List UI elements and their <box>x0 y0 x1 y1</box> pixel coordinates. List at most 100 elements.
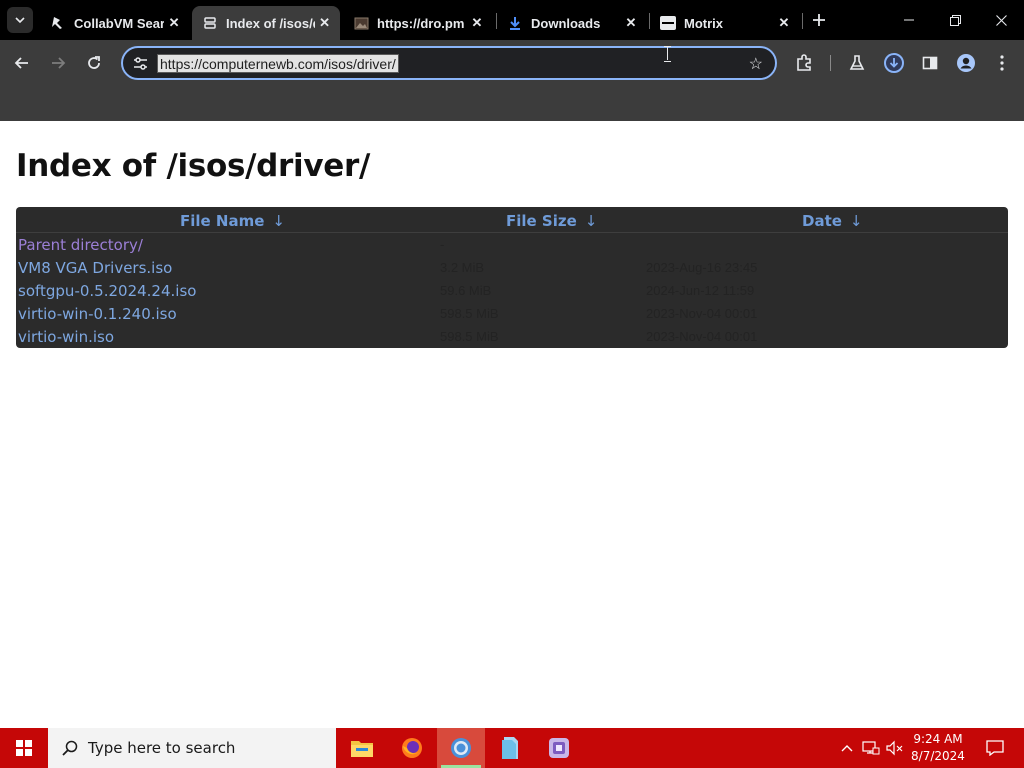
file-date: 2024-Jun-12 11:59 <box>646 283 755 298</box>
close-window-button[interactable] <box>978 0 1024 40</box>
tab-collabvm[interactable]: CollabVM Sear ✕ <box>40 6 190 40</box>
search-icon <box>60 738 80 758</box>
show-hidden-icons-button[interactable] <box>836 728 858 768</box>
taskbar-file-explorer[interactable] <box>338 728 386 768</box>
column-header-date: Date <box>802 212 842 230</box>
taskbar-firefox[interactable] <box>388 728 436 768</box>
collabvm-icon <box>50 15 66 31</box>
kebab-menu-icon <box>1000 55 1004 71</box>
tab-index-of-isos[interactable]: Index of /isos/d ✕ <box>192 6 340 40</box>
close-icon <box>995 14 1007 26</box>
file-link[interactable]: virtio-win-0.1.240.iso <box>18 305 177 323</box>
file-date: 2023-Aug-16 23:45 <box>646 260 758 275</box>
file-link[interactable]: VM8 VGA Drivers.iso <box>18 259 172 277</box>
close-icon[interactable]: ✕ <box>621 13 641 33</box>
file-size: 3.2 MiB <box>440 260 485 275</box>
file-link[interactable]: softgpu-0.5.2024.24.iso <box>18 282 196 300</box>
notification-icon <box>986 740 1004 756</box>
tab-title: Motrix <box>684 15 723 31</box>
sort-by-size-link[interactable]: File Size ↓ <box>506 212 597 230</box>
taskbar-clock[interactable]: 9:24 AM 8/7/2024 <box>906 731 970 765</box>
profile-button[interactable] <box>952 49 980 77</box>
file-listing-table: File Name ↓ File Size ↓ Date ↓ Parent direc… <box>16 207 1008 348</box>
table-row: softgpu-0.5.2024.24.iso 59.6 MiB 2024-Ju… <box>16 280 1008 303</box>
sort-arrow-icon: ↓ <box>584 212 598 230</box>
parent-directory-link[interactable]: Parent directory/ <box>18 236 143 254</box>
address-url-text[interactable]: https://computernewb.com/isos/driver/ <box>157 54 399 73</box>
sort-by-name-link[interactable]: File Name ↓ <box>180 212 285 230</box>
forward-button[interactable] <box>44 49 72 77</box>
tab-dro-pm[interactable]: https://dro.pm ✕ <box>343 6 493 40</box>
bookmark-star-icon[interactable]: ☆ <box>749 54 763 74</box>
puzzle-icon <box>797 54 811 71</box>
file-size: 598.5 MiB <box>440 329 499 344</box>
side-panel-button[interactable] <box>916 49 944 77</box>
arrow-right-icon <box>52 57 66 69</box>
file-size: 598.5 MiB <box>440 306 499 321</box>
volume-muted-icon <box>886 740 903 756</box>
chrome-icon <box>451 738 471 758</box>
restore-button[interactable] <box>932 0 978 40</box>
download-progress-icon <box>884 53 904 73</box>
taskbar-chrome[interactable] <box>437 728 485 768</box>
file-size: - <box>440 237 445 252</box>
download-indicator-button[interactable] <box>880 49 908 77</box>
sort-by-date-link[interactable]: Date ↓ <box>802 212 863 230</box>
file-explorer-icon <box>351 741 373 757</box>
taskbar-search-box[interactable]: Type here to search <box>48 728 336 768</box>
flask-icon <box>849 55 865 70</box>
close-icon[interactable]: ✕ <box>467 13 487 33</box>
close-icon[interactable]: ✕ <box>774 13 794 33</box>
server-icon <box>202 15 218 31</box>
restore-icon <box>949 14 961 26</box>
tab-bar: CollabVM Sear ✕ Index of /isos/d ✕ https… <box>0 0 1024 40</box>
tab-search-button[interactable] <box>7 7 33 33</box>
extensions-button[interactable] <box>790 49 818 77</box>
close-icon[interactable]: ✕ <box>164 13 184 33</box>
plus-icon <box>813 14 825 26</box>
bookmark-bar <box>0 86 1024 121</box>
tab-divider <box>802 13 803 29</box>
close-icon[interactable]: ✕ <box>315 13 334 33</box>
toolbar-divider <box>830 55 831 71</box>
network-icon-button[interactable] <box>860 728 882 768</box>
menu-button[interactable] <box>988 49 1016 77</box>
volume-muted-button[interactable] <box>884 728 906 768</box>
reload-button[interactable] <box>80 49 108 77</box>
windows-logo-icon <box>16 740 32 756</box>
labs-button[interactable] <box>843 49 871 77</box>
app-icon <box>549 738 569 758</box>
minimize-button[interactable] <box>886 0 932 40</box>
address-bar[interactable]: https://computernewb.com/isos/driver/ ☆ <box>121 46 777 80</box>
table-row: VM8 VGA Drivers.iso 3.2 MiB 2023-Aug-16 … <box>16 257 1008 280</box>
taskbar-files[interactable] <box>486 728 534 768</box>
notification-center-button[interactable] <box>975 728 1015 768</box>
column-header-size: File Size <box>506 212 577 230</box>
clock-date: 8/7/2024 <box>911 749 965 763</box>
firefox-icon <box>402 738 422 758</box>
clock-time: 9:24 AM <box>913 732 963 746</box>
table-row: virtio-win.iso 598.5 MiB 2023-Nov-04 00:… <box>16 326 1008 349</box>
back-button[interactable] <box>8 49 36 77</box>
network-icon <box>862 741 880 755</box>
file-date: 2023-Nov-04 00:01 <box>646 329 758 344</box>
minimize-icon <box>904 19 914 21</box>
download-icon <box>507 15 523 31</box>
tab-downloads[interactable]: Downloads ✕ <box>497 6 647 40</box>
avatar-icon <box>957 54 975 72</box>
side-panel-icon <box>922 56 938 70</box>
reload-icon <box>88 56 100 69</box>
windows-taskbar: Type here to search 9:24 AM 8/7/2024 <box>0 728 1024 768</box>
table-header: File Name ↓ File Size ↓ Date ↓ <box>16 207 1008 233</box>
site-settings-icon[interactable] <box>131 55 149 71</box>
tab-motrix[interactable]: Motrix ✕ <box>650 6 800 40</box>
text-cursor-icon <box>664 46 672 62</box>
search-placeholder: Type here to search <box>88 739 236 757</box>
sort-arrow-icon: ↓ <box>272 212 285 230</box>
start-button[interactable] <box>0 728 48 768</box>
tab-title: Index of /isos/d <box>226 15 316 31</box>
tab-title: CollabVM Sear <box>74 15 165 31</box>
new-tab-button[interactable] <box>808 9 830 31</box>
file-link[interactable]: virtio-win.iso <box>18 328 114 346</box>
taskbar-app[interactable] <box>535 728 583 768</box>
